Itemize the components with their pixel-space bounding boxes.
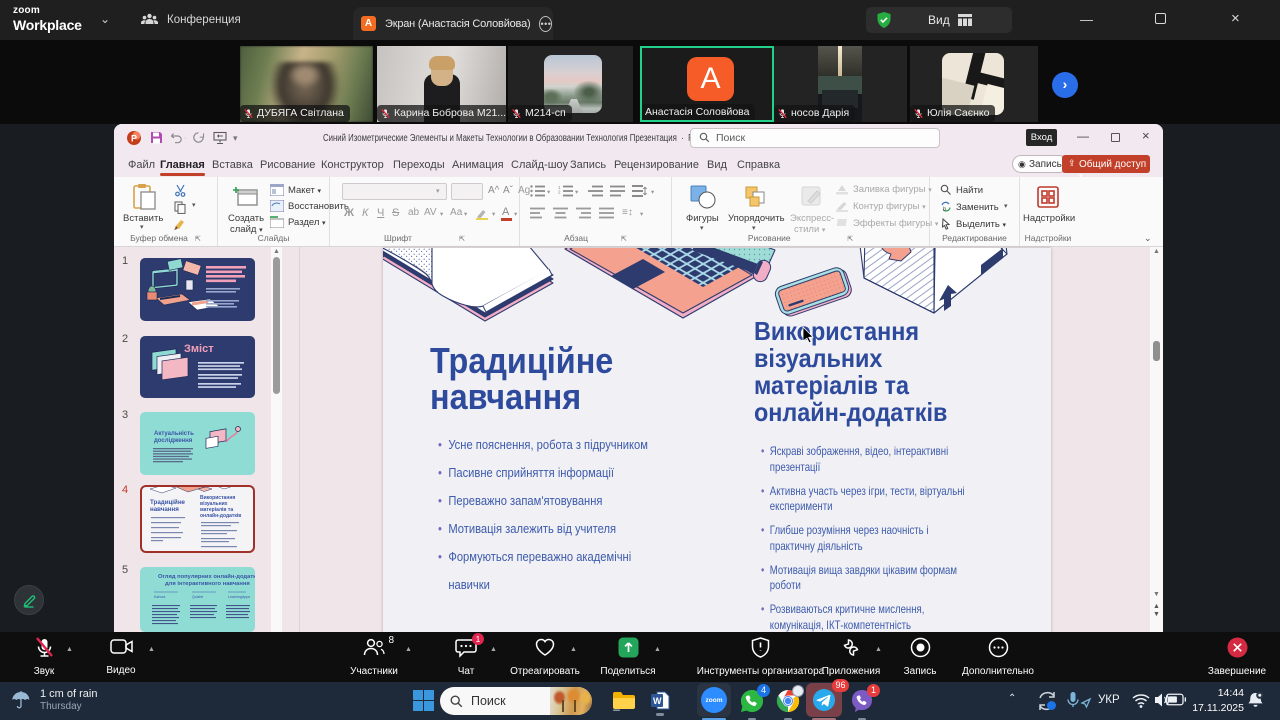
svg-text:Quizlet: Quizlet — [192, 595, 203, 599]
svg-text:Огляд популярних онлайн-додатк: Огляд популярних онлайн-додатків — [158, 573, 255, 580]
svg-text:навчання: навчання — [150, 506, 179, 513]
svg-text:P: P — [131, 134, 137, 144]
svg-text:LearningApps: LearningApps — [228, 595, 250, 599]
svg-text:2: 2 — [558, 190, 561, 195]
svg-text:для інтерактивного навчання: для інтерактивного навчання — [165, 581, 250, 587]
svg-text:b: b — [943, 207, 947, 213]
svg-text:Зміст: Зміст — [184, 343, 214, 355]
svg-text:онлайн-додатків: онлайн-додатків — [200, 512, 241, 519]
svg-text:Kahoot: Kahoot — [154, 595, 165, 599]
svg-text:Традиційне: Традиційне — [150, 499, 186, 506]
svg-text:дослідження: дослідження — [154, 438, 193, 444]
svg-text:Актуальність: Актуальність — [154, 431, 194, 437]
svg-text:W: W — [653, 696, 662, 706]
